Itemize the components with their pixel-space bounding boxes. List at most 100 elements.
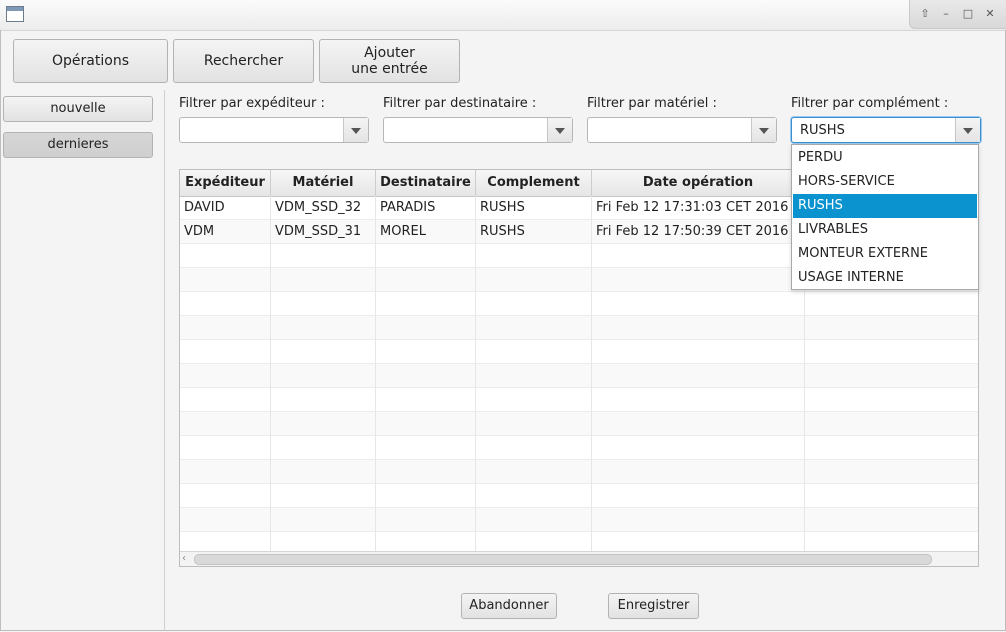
table-cell [476,244,592,268]
chevron-down-icon[interactable] [547,118,572,142]
chevron-down-icon[interactable] [955,118,980,142]
chevron-down-icon[interactable] [343,118,368,142]
nouvelle-button[interactable]: nouvelle [3,96,153,122]
column-header-expediteur[interactable]: Expéditeur [180,170,271,196]
table-cell [376,484,476,508]
table-cell: VDM_SSD_31 [271,220,376,244]
dropdown-option[interactable]: HORS-SERVICE [793,170,977,194]
ajouter-entree-button[interactable]: Ajouter une entrée [319,39,460,83]
table-cell: MOREL [376,220,476,244]
filter-destinataire-combo[interactable] [383,117,573,143]
column-header-destinataire[interactable]: Destinataire [376,170,476,196]
table-cell [180,292,271,316]
table-cell: DAVID [180,196,271,220]
table-cell [592,436,805,460]
table-cell [476,340,592,364]
table-cell [271,244,376,268]
table-cell [376,436,476,460]
complement-dropdown-list: PERDU HORS-SERVICE RUSHS LIVRABLES MONTEUR E… [791,144,979,290]
filter-complement-value[interactable]: RUSHS [800,123,845,138]
table-cell [180,340,271,364]
table-cell: Fri Feb 12 17:31:03 CET 2016 [592,196,805,220]
table-cell [805,508,978,532]
maximize-icon[interactable]: □ [961,7,975,21]
table-cell [592,340,805,364]
restore-up-icon[interactable]: ⇧ [918,7,932,21]
table-cell: VDM_SSD_32 [271,196,376,220]
filter-complement-combo[interactable]: RUSHS [791,117,981,143]
table-cell [592,460,805,484]
table-row[interactable] [180,460,978,484]
filter-complement-label: Filtrer par complément : [791,96,949,111]
table-cell [376,268,476,292]
table-row[interactable] [180,508,978,532]
column-header-complement[interactable]: Complement [476,170,592,196]
dernieres-button[interactable]: dernieres [3,132,153,158]
table-row[interactable] [180,412,978,436]
operations-button[interactable]: Opérations [13,39,168,83]
table-cell [180,508,271,532]
table-row[interactable] [180,364,978,388]
table-row[interactable] [180,388,978,412]
window-controls: ⇧ – □ ✕ [909,0,1006,29]
table-cell [180,484,271,508]
table-cell [476,412,592,436]
table-cell [805,460,978,484]
table-row[interactable] [180,484,978,508]
table-cell [180,364,271,388]
table-cell: VDM [180,220,271,244]
table-cell [476,484,592,508]
table-cell [592,508,805,532]
table-cell [271,388,376,412]
dropdown-option[interactable]: RUSHS [793,194,977,218]
filter-expediteur-label: Filtrer par expéditeur : [179,96,325,111]
rechercher-button[interactable]: Rechercher [173,39,314,83]
table-cell [271,412,376,436]
table-cell: PARADIS [376,196,476,220]
filter-expediteur-combo[interactable] [179,117,369,143]
table-cell [805,316,978,340]
title-bar: ⇧ – □ ✕ [0,0,1006,31]
table-cell [592,316,805,340]
operations-label: Opérations [52,53,129,69]
table-cell [376,460,476,484]
table-cell [592,244,805,268]
minimize-icon[interactable]: – [939,7,953,21]
enregistrer-button[interactable]: Enregistrer [608,593,699,619]
filter-materiel-combo[interactable] [587,117,777,143]
abandonner-button[interactable]: Abandonner [461,593,557,619]
table-cell [592,364,805,388]
table-cell [271,508,376,532]
table-cell [180,388,271,412]
dropdown-option[interactable]: PERDU [793,146,977,170]
dropdown-option[interactable]: MONTEUR EXTERNE [793,242,977,266]
table-row[interactable] [180,436,978,460]
table-cell [476,436,592,460]
table-cell [180,460,271,484]
table-cell [476,316,592,340]
filter-materiel-label: Filtrer par matériel : [587,96,717,111]
ajouter-label-line2: une entrée [351,61,428,77]
table-cell [180,244,271,268]
chevron-down-icon[interactable] [751,118,776,142]
scroll-left-icon[interactable]: ‹ [182,553,186,564]
rechercher-label: Rechercher [203,53,284,69]
table-row[interactable] [180,316,978,340]
dropdown-option[interactable]: LIVRABLES [793,218,977,242]
column-header-date-operation[interactable]: Date opération [592,170,805,196]
table-cell [476,268,592,292]
close-icon[interactable]: ✕ [983,7,997,21]
table-row[interactable] [180,292,978,316]
table-cell [592,388,805,412]
column-header-materiel[interactable]: Matériel [271,170,376,196]
table-cell [805,388,978,412]
table-cell [592,484,805,508]
scrollbar-thumb[interactable] [194,554,932,565]
table-cell [476,388,592,412]
table-cell [271,484,376,508]
horizontal-scrollbar[interactable]: ‹ [180,551,978,566]
dropdown-option[interactable]: USAGE INTERNE [793,266,977,290]
table-row[interactable] [180,340,978,364]
app-window-icon [6,6,24,22]
table-cell [805,364,978,388]
